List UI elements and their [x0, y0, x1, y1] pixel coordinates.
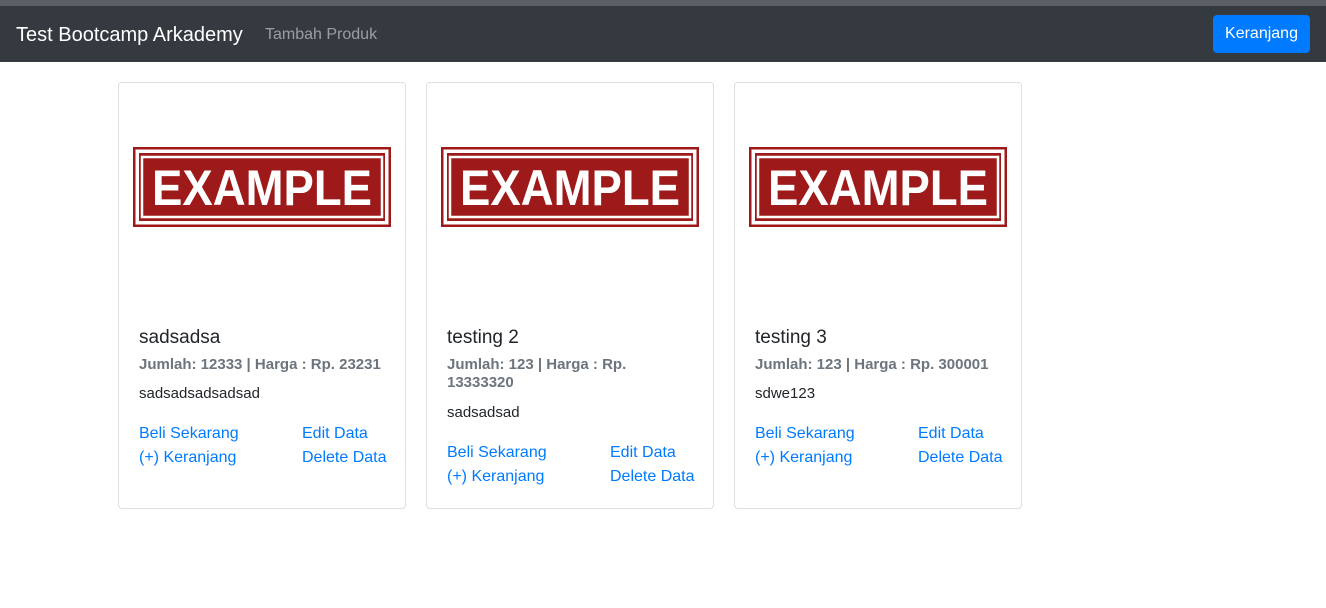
product-image: EXAMPLE: [441, 147, 699, 227]
stamp-text: EXAMPLE: [768, 160, 988, 216]
product-card: EXAMPLE sadsadsa Jumlah: 12333 | Harga :…: [118, 82, 406, 509]
buy-now-link[interactable]: Beli Sekarang: [139, 424, 239, 444]
product-description: sadsadsadsadsad: [139, 385, 260, 402]
product-card: EXAMPLE testing 3 Jumlah: 123 | Harga : …: [734, 82, 1022, 509]
product-image: EXAMPLE: [133, 147, 391, 227]
edit-data-link[interactable]: Edit Data: [610, 443, 676, 463]
stamp-text: EXAMPLE: [152, 160, 372, 216]
product-meta: Jumlah: 123 | Harga : Rp. 13333320: [447, 356, 627, 391]
add-to-cart-link[interactable]: (+) Keranjang: [139, 448, 236, 468]
product-name: testing 3: [755, 327, 827, 348]
product-description: sdwe123: [755, 385, 816, 402]
navbar-brand[interactable]: Test Bootcamp Arkademy: [16, 22, 243, 48]
product-meta: Jumlah: 123 | Harga : Rp. 300001: [755, 356, 989, 373]
delete-data-link[interactable]: Delete Data: [302, 448, 387, 468]
product-name: sadsadsa: [139, 327, 221, 348]
nav-link-tambah-produk[interactable]: Tambah Produk: [265, 25, 377, 45]
product-description: sadsadsad: [447, 404, 520, 421]
delete-data-link[interactable]: Delete Data: [918, 448, 1003, 468]
edit-data-link[interactable]: Edit Data: [302, 424, 368, 444]
product-actions: Beli Sekarang (+) Keranjang Edit Data De…: [755, 424, 1005, 472]
product-name: testing 2: [447, 327, 519, 348]
edit-data-link[interactable]: Edit Data: [918, 424, 984, 444]
stamp-text: EXAMPLE: [460, 160, 680, 216]
navbar: Test Bootcamp Arkademy Tambah Produk Ker…: [0, 6, 1326, 62]
buy-now-link[interactable]: Beli Sekarang: [447, 443, 547, 463]
product-image: EXAMPLE: [749, 147, 1007, 227]
add-to-cart-link[interactable]: (+) Keranjang: [755, 448, 852, 468]
product-card: EXAMPLE testing 2 Jumlah: 123 | Harga : …: [426, 82, 714, 509]
delete-data-link[interactable]: Delete Data: [610, 467, 695, 487]
product-meta: Jumlah: 12333 | Harga : Rp. 23231: [139, 356, 381, 373]
buy-now-link[interactable]: Beli Sekarang: [755, 424, 855, 444]
product-actions: Beli Sekarang (+) Keranjang Edit Data De…: [139, 424, 389, 472]
product-actions: Beli Sekarang (+) Keranjang Edit Data De…: [447, 443, 697, 491]
cart-button[interactable]: Keranjang: [1213, 15, 1310, 53]
add-to-cart-link[interactable]: (+) Keranjang: [447, 467, 544, 487]
